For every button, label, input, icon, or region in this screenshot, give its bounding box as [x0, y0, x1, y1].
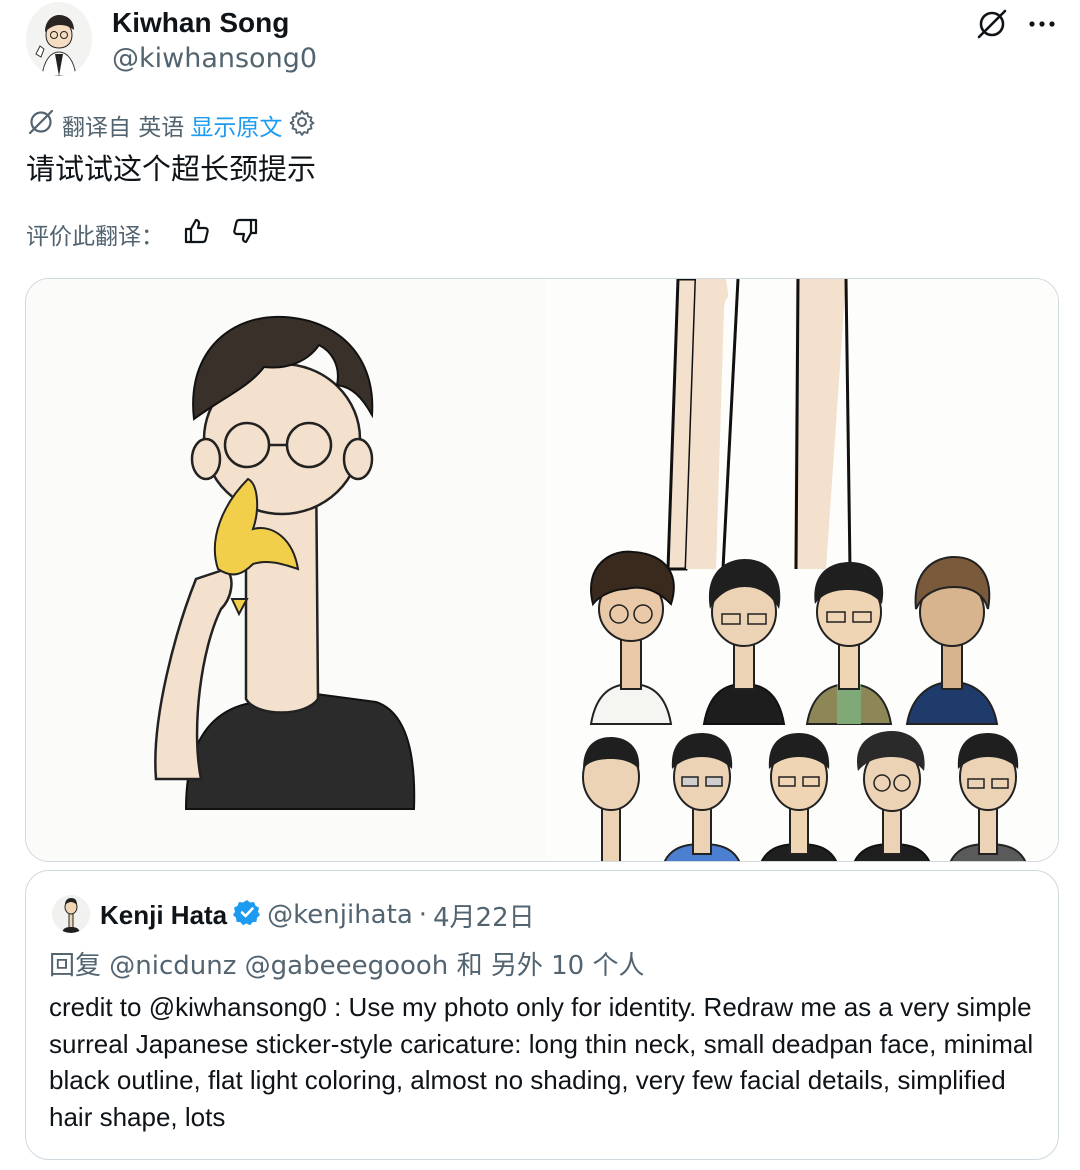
quote-separator: · — [418, 900, 428, 930]
quote-reply-context: 回复 @nicdunz @gabeeegoooh 和 另外 10 个人 — [49, 945, 644, 982]
rating-label: 评价此翻译： — [26, 224, 164, 250]
post-media[interactable] — [25, 278, 1059, 862]
translate-slash-icon[interactable] — [974, 6, 1010, 42]
more-dots-icon[interactable] — [1024, 6, 1060, 42]
translated-from-label: 翻译自 英语 — [62, 115, 185, 141]
author-name[interactable]: Kiwhan Song — [112, 6, 289, 40]
reply-mentions[interactable]: @nicdunz @gabeeegoooh — [109, 951, 448, 981]
verified-badge-icon — [233, 898, 261, 933]
translation-bar: 翻译自 英语 显示原文 — [26, 108, 316, 142]
show-original-link[interactable]: 显示原文 — [190, 108, 282, 142]
quote-header: Kenji Hata @kenjihata · 4月22日 — [100, 895, 535, 935]
quote-author-handle[interactable]: @kenjihata — [267, 900, 413, 930]
long-neck-collage — [546, 279, 1058, 861]
avatar-illustration — [26, 2, 92, 76]
quote-date[interactable]: 4月22日 — [433, 897, 535, 934]
author-avatar[interactable] — [26, 2, 92, 76]
reply-prefix: 回复 — [49, 951, 102, 981]
translate-slash-icon — [26, 107, 56, 143]
thumbs-down-icon[interactable] — [230, 216, 260, 252]
post-text: 请试试这个超长颈提示 — [26, 152, 317, 186]
thumbs-up-icon[interactable] — [182, 216, 212, 252]
quoted-post[interactable]: Kenji Hata @kenjihata · 4月22日 回复 @nicdun… — [25, 870, 1059, 1160]
gear-icon[interactable] — [288, 108, 316, 142]
quote-author-avatar[interactable] — [52, 895, 90, 933]
author-handle[interactable]: @kiwhansong0 — [112, 42, 317, 76]
quote-body: credit to @kiwhansong0 : Use my photo on… — [49, 992, 1034, 1132]
reply-suffix[interactable]: 和 另外 10 个人 — [457, 951, 645, 981]
quote-author-name[interactable]: Kenji Hata — [100, 900, 227, 931]
translation-rating: 评价此翻译： — [26, 216, 260, 252]
media-illustration — [26, 279, 1058, 861]
